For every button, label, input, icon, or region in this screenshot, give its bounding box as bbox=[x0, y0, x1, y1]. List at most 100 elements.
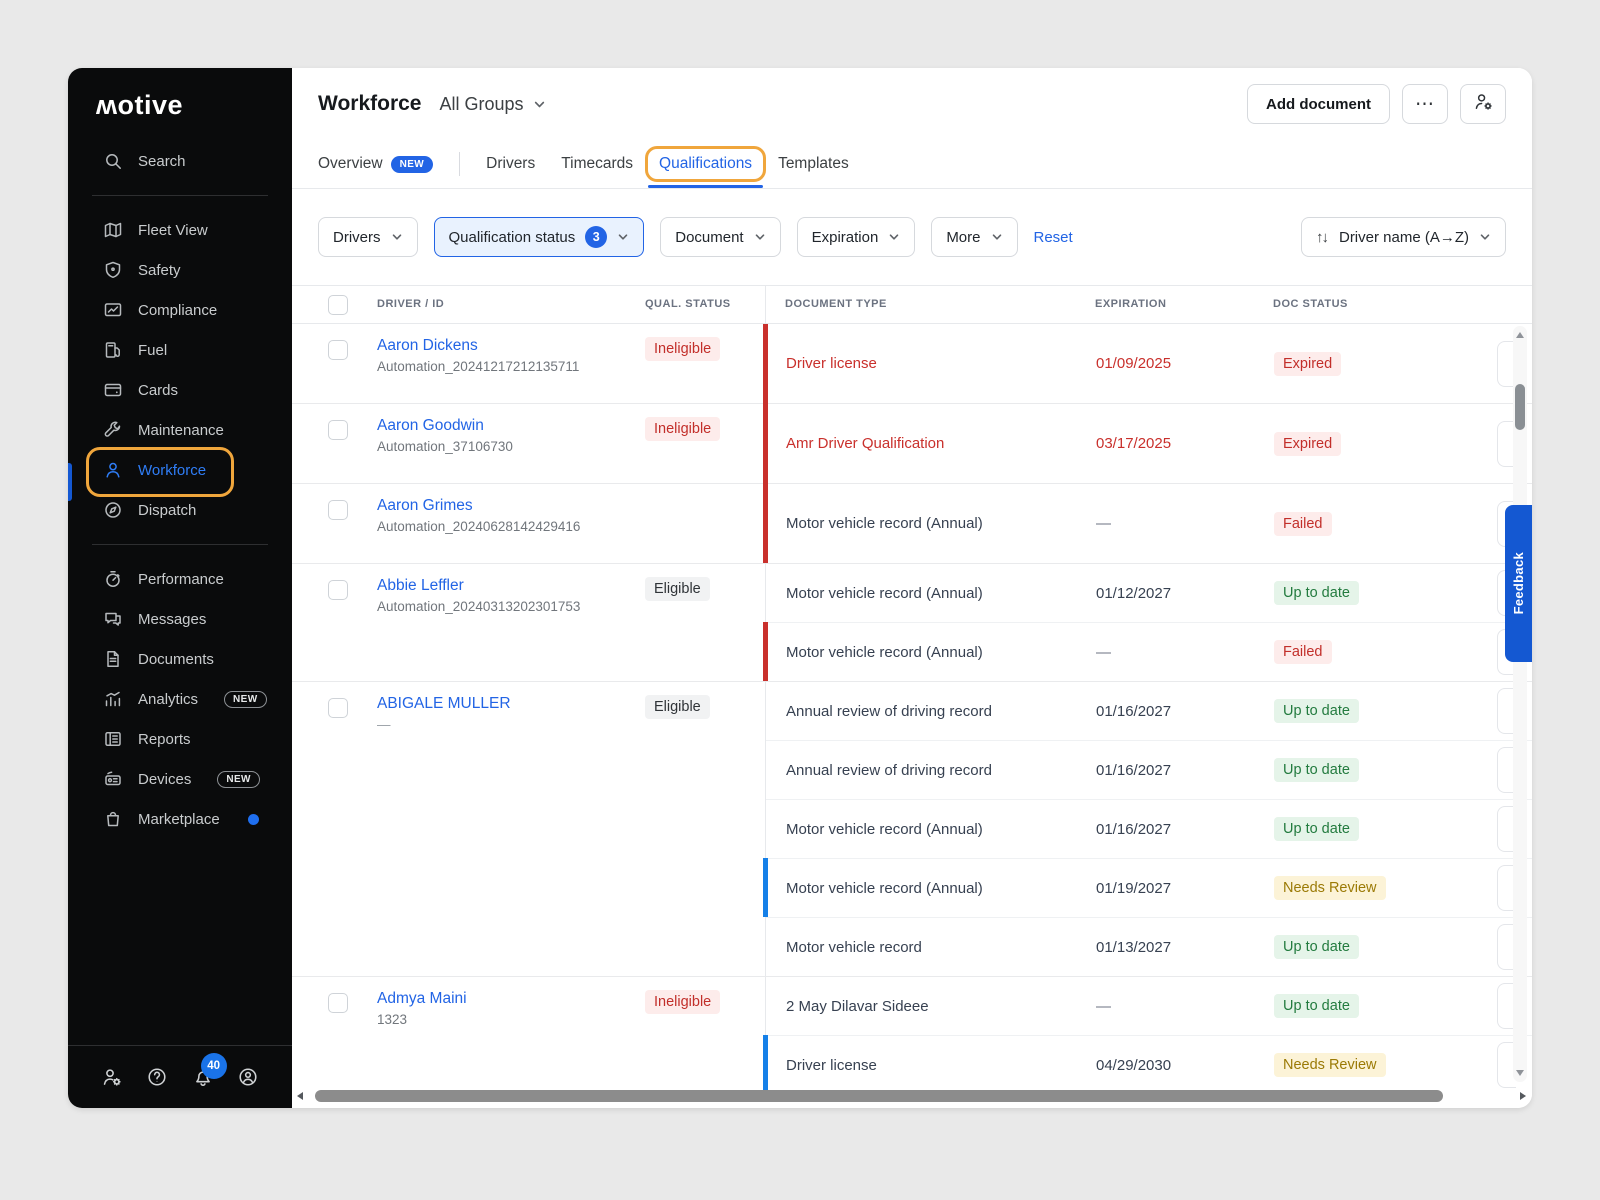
qualification-status-filter-button[interactable]: Qualification status 3 bbox=[433, 217, 645, 257]
driver-id: — bbox=[377, 717, 391, 732]
scroll-up-arrow[interactable] bbox=[1516, 332, 1524, 338]
table-row[interactable]: Admya Maini 1323 Ineligible 2 May Dilava… bbox=[292, 977, 1532, 1094]
document-row[interactable]: Motor vehicle record (Annual) 01/16/2027… bbox=[766, 799, 1532, 858]
sidebar-item-devices[interactable]: Devices NEW bbox=[68, 759, 292, 799]
driver-name[interactable]: Aaron Grimes bbox=[377, 497, 580, 515]
chevron-down-icon bbox=[754, 231, 766, 243]
table-row[interactable]: Aaron Grimes Automation_2024062814242941… bbox=[292, 483, 1532, 564]
drivers-filter-button[interactable]: Drivers bbox=[318, 217, 418, 257]
doc-status-badge: Failed bbox=[1274, 640, 1332, 664]
sidebar-item-maintenance[interactable]: Maintenance bbox=[68, 410, 292, 450]
row-checkbox[interactable] bbox=[328, 500, 348, 520]
driver-settings-button[interactable] bbox=[1460, 84, 1506, 124]
row-checkbox[interactable] bbox=[328, 993, 348, 1013]
driver-name[interactable]: Aaron Dickens bbox=[377, 337, 579, 355]
document-row[interactable]: Driver license 01/09/2025 Expired bbox=[763, 324, 1532, 403]
driver-name[interactable]: Admya Maini bbox=[377, 990, 467, 1008]
sidebar-item-safety[interactable]: Safety bbox=[68, 250, 292, 290]
document-row[interactable]: Driver license 04/29/2030 Needs Review bbox=[763, 1035, 1532, 1094]
document-row[interactable]: Motor vehicle record (Annual) — Failed bbox=[763, 622, 1532, 681]
sidebar-item-compliance[interactable]: Compliance bbox=[68, 290, 292, 330]
scroll-left-arrow[interactable] bbox=[297, 1092, 303, 1100]
table-row[interactable]: Aaron Goodwin Automation_37106730 Inelig… bbox=[292, 403, 1532, 484]
horizontal-scrollbar-thumb[interactable] bbox=[315, 1090, 1443, 1102]
sidebar-item-analytics[interactable]: Analytics NEW bbox=[68, 679, 292, 719]
document-row[interactable]: Motor vehicle record 01/13/2027 Up to da… bbox=[766, 917, 1532, 976]
document-type: Motor vehicle record (Annual) bbox=[786, 879, 983, 897]
help-icon[interactable] bbox=[147, 1067, 167, 1087]
select-all-checkbox[interactable] bbox=[328, 295, 348, 315]
horizontal-scrollbar[interactable] bbox=[292, 1087, 1532, 1105]
feedback-tab[interactable]: Feedback bbox=[1505, 505, 1532, 662]
table-row[interactable]: Aaron Dickens Automation_202412172121357… bbox=[292, 324, 1532, 404]
driver-info: Aaron Dickens Automation_202412172121357… bbox=[377, 337, 579, 374]
more-actions-button[interactable]: ⋯ bbox=[1402, 84, 1448, 124]
sidebar-item-messages[interactable]: Messages bbox=[68, 599, 292, 639]
vertical-scrollbar-thumb[interactable] bbox=[1515, 384, 1525, 430]
chevron-down-icon bbox=[991, 231, 1003, 243]
sidebar-item-dispatch[interactable]: Dispatch bbox=[68, 490, 292, 530]
sidebar-item-marketplace[interactable]: Marketplace bbox=[68, 799, 292, 839]
sidebar-item-documents[interactable]: Documents bbox=[68, 639, 292, 679]
shopping-bag-icon bbox=[104, 810, 122, 828]
group-selector[interactable]: All Groups bbox=[439, 94, 545, 115]
document-row[interactable]: Motor vehicle record (Annual) — Failed bbox=[763, 483, 1532, 563]
table-row[interactable]: ABIGALE MULLER — Eligible Annual review … bbox=[292, 682, 1532, 977]
map-icon bbox=[104, 221, 122, 239]
sidebar-divider bbox=[92, 195, 268, 196]
reset-filters-link[interactable]: Reset bbox=[1034, 229, 1073, 246]
doc-rows: 2 May Dilavar Sideee — Up to date Driver… bbox=[763, 977, 1532, 1094]
monitor-chart-icon bbox=[104, 301, 122, 319]
sort-dropdown[interactable]: ↑↓ Driver name (A→Z) bbox=[1300, 217, 1506, 257]
expiration-filter-button[interactable]: Expiration bbox=[796, 217, 916, 257]
document-row[interactable]: Motor vehicle record (Annual) 01/19/2027… bbox=[763, 858, 1532, 917]
table-row[interactable]: Abbie Leffler Automation_202403132023017… bbox=[292, 564, 1532, 682]
doc-status-badge: Up to date bbox=[1274, 758, 1359, 782]
bell-icon[interactable]: 40 bbox=[193, 1053, 227, 1087]
driver-name[interactable]: ABIGALE MULLER bbox=[377, 695, 511, 713]
report-icon bbox=[104, 730, 122, 748]
main-content: Workforce All Groups Add document ⋯ Over… bbox=[292, 68, 1532, 1108]
sidebar-item-performance[interactable]: Performance bbox=[68, 559, 292, 599]
tab-overview[interactable]: Overview NEW bbox=[318, 155, 434, 173]
driver-name[interactable]: Aaron Goodwin bbox=[377, 417, 513, 435]
sidebar-item-fleet-view[interactable]: Fleet View bbox=[68, 210, 292, 250]
expiration-date: — bbox=[1096, 515, 1111, 532]
sort-arrows-icon: ↑↓ bbox=[1315, 228, 1329, 246]
document-row[interactable]: Annual review of driving record 01/16/20… bbox=[766, 682, 1532, 740]
scroll-down-arrow[interactable] bbox=[1516, 1070, 1524, 1076]
sidebar-item-workforce[interactable]: Workforce bbox=[68, 447, 292, 497]
tab-templates[interactable]: Templates bbox=[778, 155, 849, 173]
user-settings-icon[interactable] bbox=[102, 1067, 122, 1087]
document-filter-button[interactable]: Document bbox=[660, 217, 781, 257]
sidebar-item-fuel[interactable]: Fuel bbox=[68, 330, 292, 370]
more-filters-button[interactable]: More bbox=[931, 217, 1018, 257]
driver-name[interactable]: Abbie Leffler bbox=[377, 577, 580, 595]
tab-drivers[interactable]: Drivers bbox=[486, 155, 535, 173]
document-row[interactable]: 2 May Dilavar Sideee — Up to date bbox=[766, 977, 1532, 1035]
row-checkbox[interactable] bbox=[328, 420, 348, 440]
document-row[interactable]: Motor vehicle record (Annual) 01/12/2027… bbox=[766, 564, 1532, 622]
sidebar-item-search[interactable]: Search bbox=[68, 141, 292, 181]
account-icon[interactable] bbox=[238, 1067, 258, 1087]
document-row[interactable]: Amr Driver Qualification 03/17/2025 Expi… bbox=[763, 403, 1532, 483]
expiration-date: 01/09/2025 bbox=[1096, 355, 1172, 372]
user-gear-icon bbox=[1474, 92, 1493, 117]
doc-status-badge: Up to date bbox=[1274, 817, 1359, 841]
vertical-scrollbar[interactable] bbox=[1513, 326, 1527, 1082]
add-document-button[interactable]: Add document bbox=[1247, 84, 1390, 124]
column-header-qual-status: QUAL. STATUS bbox=[645, 298, 731, 310]
row-checkbox[interactable] bbox=[328, 580, 348, 600]
driver-info: Admya Maini 1323 bbox=[377, 990, 467, 1027]
tab-timecards[interactable]: Timecards bbox=[561, 155, 633, 173]
scroll-right-arrow[interactable] bbox=[1520, 1092, 1526, 1100]
sidebar-item-reports[interactable]: Reports bbox=[68, 719, 292, 759]
tabs-row: Overview NEW Drivers Timecards Qualifica… bbox=[292, 140, 1532, 189]
document-row[interactable]: Annual review of driving record 01/16/20… bbox=[766, 740, 1532, 799]
sidebar-item-cards[interactable]: Cards bbox=[68, 370, 292, 410]
tab-qualifications[interactable]: Qualifications bbox=[645, 146, 767, 188]
expiration-date: 01/13/2027 bbox=[1096, 938, 1172, 956]
chat-icon bbox=[104, 610, 122, 628]
row-checkbox[interactable] bbox=[328, 340, 348, 360]
row-checkbox[interactable] bbox=[328, 698, 348, 718]
